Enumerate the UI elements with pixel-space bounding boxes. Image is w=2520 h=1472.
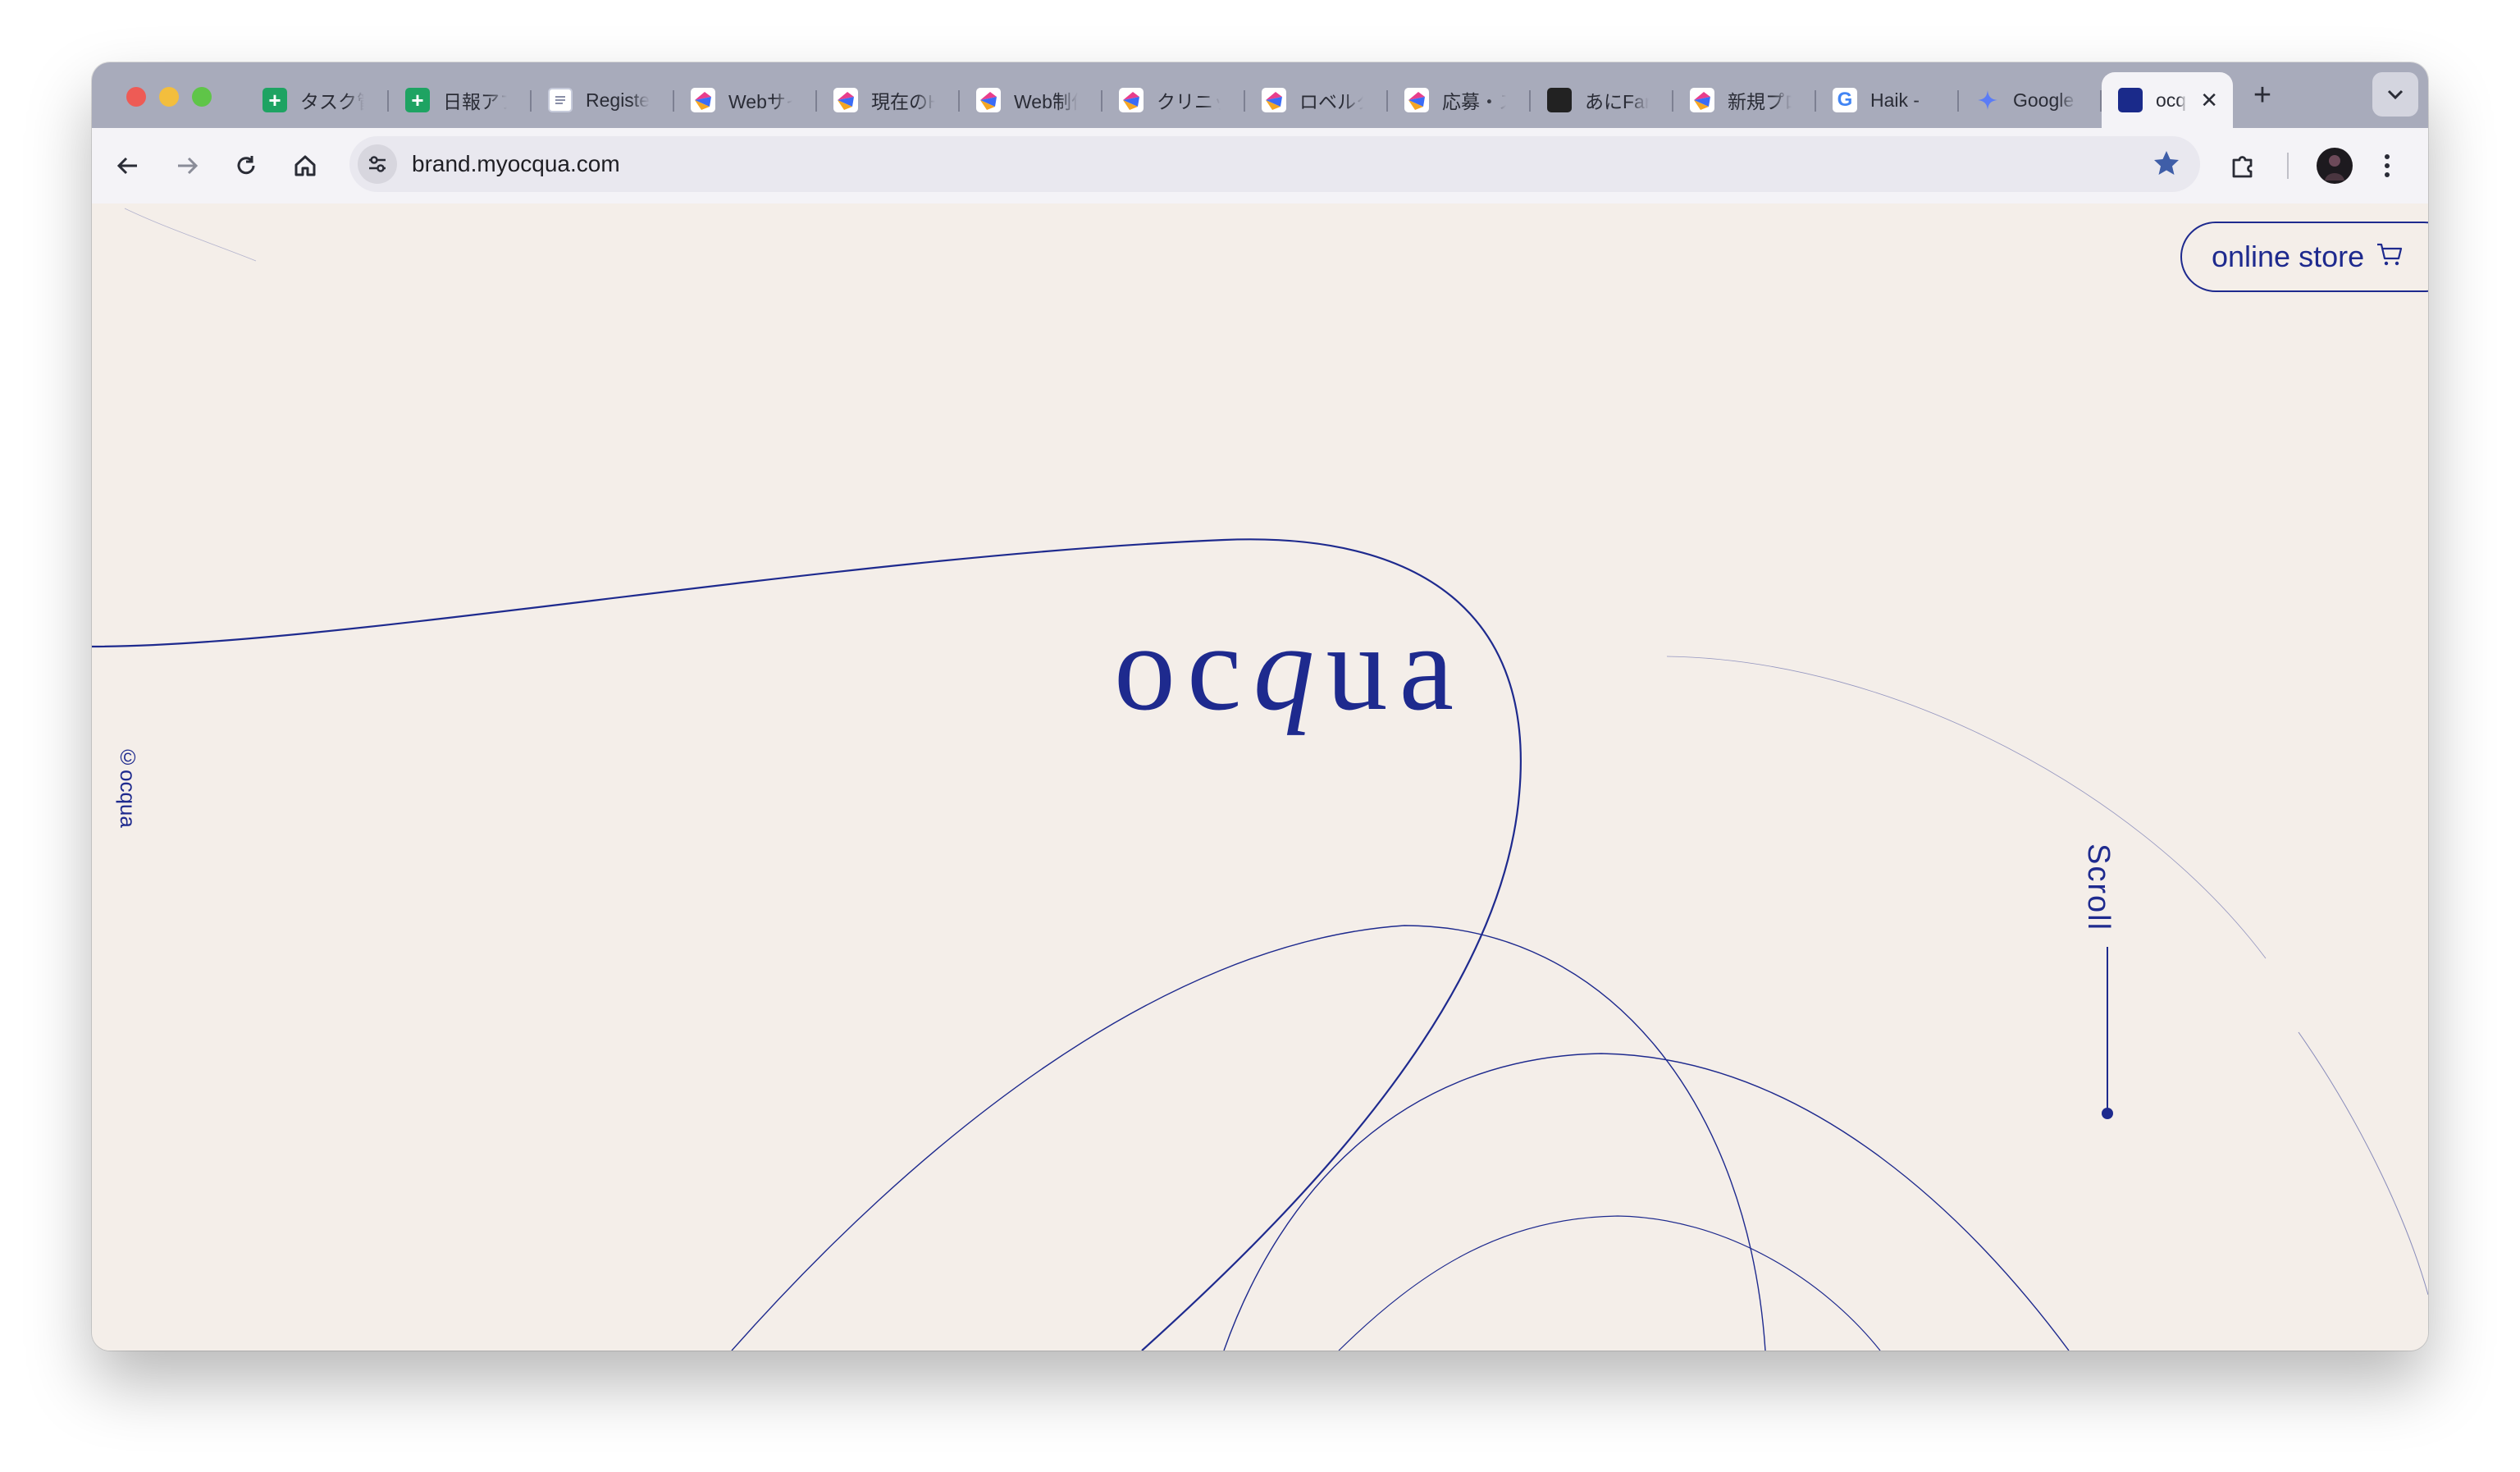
logo-text-start: oc — [1113, 600, 1253, 736]
arrow-left-icon — [116, 157, 137, 175]
forward-button[interactable] — [171, 149, 203, 182]
tab-task[interactable]: + タスク管 — [246, 77, 389, 123]
toolbar-divider — [2287, 153, 2289, 179]
tab-google[interactable]: Google — [1959, 77, 2102, 123]
tab-label: ロベルタ — [1299, 91, 1363, 112]
studio-icon — [1404, 88, 1429, 112]
address-bar[interactable]: brand.myocqua.com — [349, 136, 2200, 192]
site-info-button[interactable] — [358, 144, 397, 184]
tab-list: + タスク管 + 日報アプ Register Webサイ — [246, 72, 2233, 128]
gemini-icon — [1975, 88, 2000, 112]
close-tab-icon[interactable]: ✕ — [2200, 88, 2218, 113]
puzzle-icon — [2232, 156, 2253, 178]
bookmark-star-icon[interactable] — [2151, 148, 2182, 183]
cart-icon — [2376, 240, 2404, 274]
doc-icon — [548, 88, 573, 112]
maximize-window-button[interactable] — [192, 87, 212, 107]
toolbar: brand.myocqua.com — [92, 128, 2428, 205]
home-icon — [294, 155, 316, 176]
tab-search-button[interactable] — [2372, 72, 2418, 117]
studio-icon — [1119, 88, 1144, 112]
sheets-icon: + — [405, 88, 430, 112]
decorative-curves — [92, 208, 2428, 1351]
studio-icon — [833, 88, 858, 112]
scroll-indicator-label: Scroll — [2081, 843, 2116, 932]
extensions-button[interactable] — [2226, 149, 2259, 182]
reload-icon — [237, 156, 255, 175]
page-content: online store ocqua ©ocqua Scroll — [92, 203, 2428, 1351]
tab-roberta[interactable]: ロベルタ — [1245, 77, 1388, 123]
tab-label: Google — [2013, 89, 2075, 111]
tab-application[interactable]: 応募・ス — [1388, 77, 1531, 123]
back-button[interactable] — [112, 149, 144, 182]
tab-label: Haik - — [1870, 89, 1920, 111]
logo-text-q: q — [1253, 600, 1326, 736]
kebab-menu-icon — [2385, 154, 2390, 177]
tab-new-project[interactable]: 新規プロ — [1673, 77, 1816, 123]
google-icon: G — [1833, 88, 1857, 112]
studio-icon — [1262, 88, 1286, 112]
ocqua-icon — [2118, 88, 2143, 112]
reload-button[interactable] — [230, 149, 262, 182]
chevron-down-icon — [2387, 89, 2404, 100]
new-tab-button[interactable]: + — [2244, 79, 2280, 115]
tab-clinic[interactable]: クリニック — [1102, 77, 1245, 123]
logo-text-end: ua — [1326, 600, 1466, 736]
studio-icon — [1690, 88, 1714, 112]
tab-label: 日報アプ — [443, 91, 507, 112]
tune-icon — [369, 156, 386, 172]
sheets-icon: + — [262, 88, 287, 112]
minimize-window-button[interactable] — [159, 87, 179, 107]
tab-label: ocqua — [2156, 89, 2187, 111]
home-button[interactable] — [289, 149, 322, 182]
tab-label: クリニック — [1157, 91, 1221, 112]
tab-daily-report[interactable]: + 日報アプ — [389, 77, 532, 123]
online-store-label: online store — [2212, 240, 2365, 273]
tab-web-production[interactable]: Web制作 — [960, 77, 1102, 123]
profile-avatar[interactable] — [2317, 148, 2353, 184]
online-store-button[interactable]: online store — [2180, 222, 2428, 292]
tab-ocqua[interactable]: ocqua ✕ — [2102, 72, 2233, 128]
scroll-indicator-line — [2107, 947, 2108, 1111]
tab-label: 応募・ス — [1442, 91, 1506, 112]
tab-label: タスク管 — [300, 91, 364, 112]
tab-register[interactable]: Register — [532, 77, 674, 123]
dark-icon — [1547, 88, 1572, 112]
tab-label: Web制作 — [1014, 91, 1078, 112]
brand-logo: ocqua — [1060, 597, 1519, 738]
tab-label: Register — [586, 89, 650, 111]
tab-current-hp[interactable]: 現在のH — [817, 77, 960, 123]
menu-button[interactable] — [2371, 149, 2404, 182]
studio-icon — [976, 88, 1001, 112]
close-window-button[interactable] — [126, 87, 146, 107]
copyright-text: ©ocqua — [116, 745, 140, 828]
studio-icon — [691, 88, 715, 112]
tab-strip: + タスク管 + 日報アプ Register Webサイ — [92, 62, 2428, 128]
tab-label: 現在のH — [871, 91, 935, 112]
tab-label: 新規プロ — [1728, 91, 1792, 112]
browser-window: + タスク管 + 日報アプ Register Webサイ — [92, 62, 2428, 1351]
tab-haik[interactable]: G Haik - — [1816, 77, 1959, 123]
tab-label: Webサイ — [728, 91, 792, 112]
scroll-indicator-dot — [2102, 1108, 2113, 1119]
tab-label: あにFar — [1585, 91, 1649, 112]
url-text: brand.myocqua.com — [412, 151, 620, 176]
tab-website[interactable]: Webサイ — [674, 77, 817, 123]
arrow-right-icon — [178, 157, 199, 175]
tab-ani-farm[interactable]: あにFar — [1531, 77, 1673, 123]
